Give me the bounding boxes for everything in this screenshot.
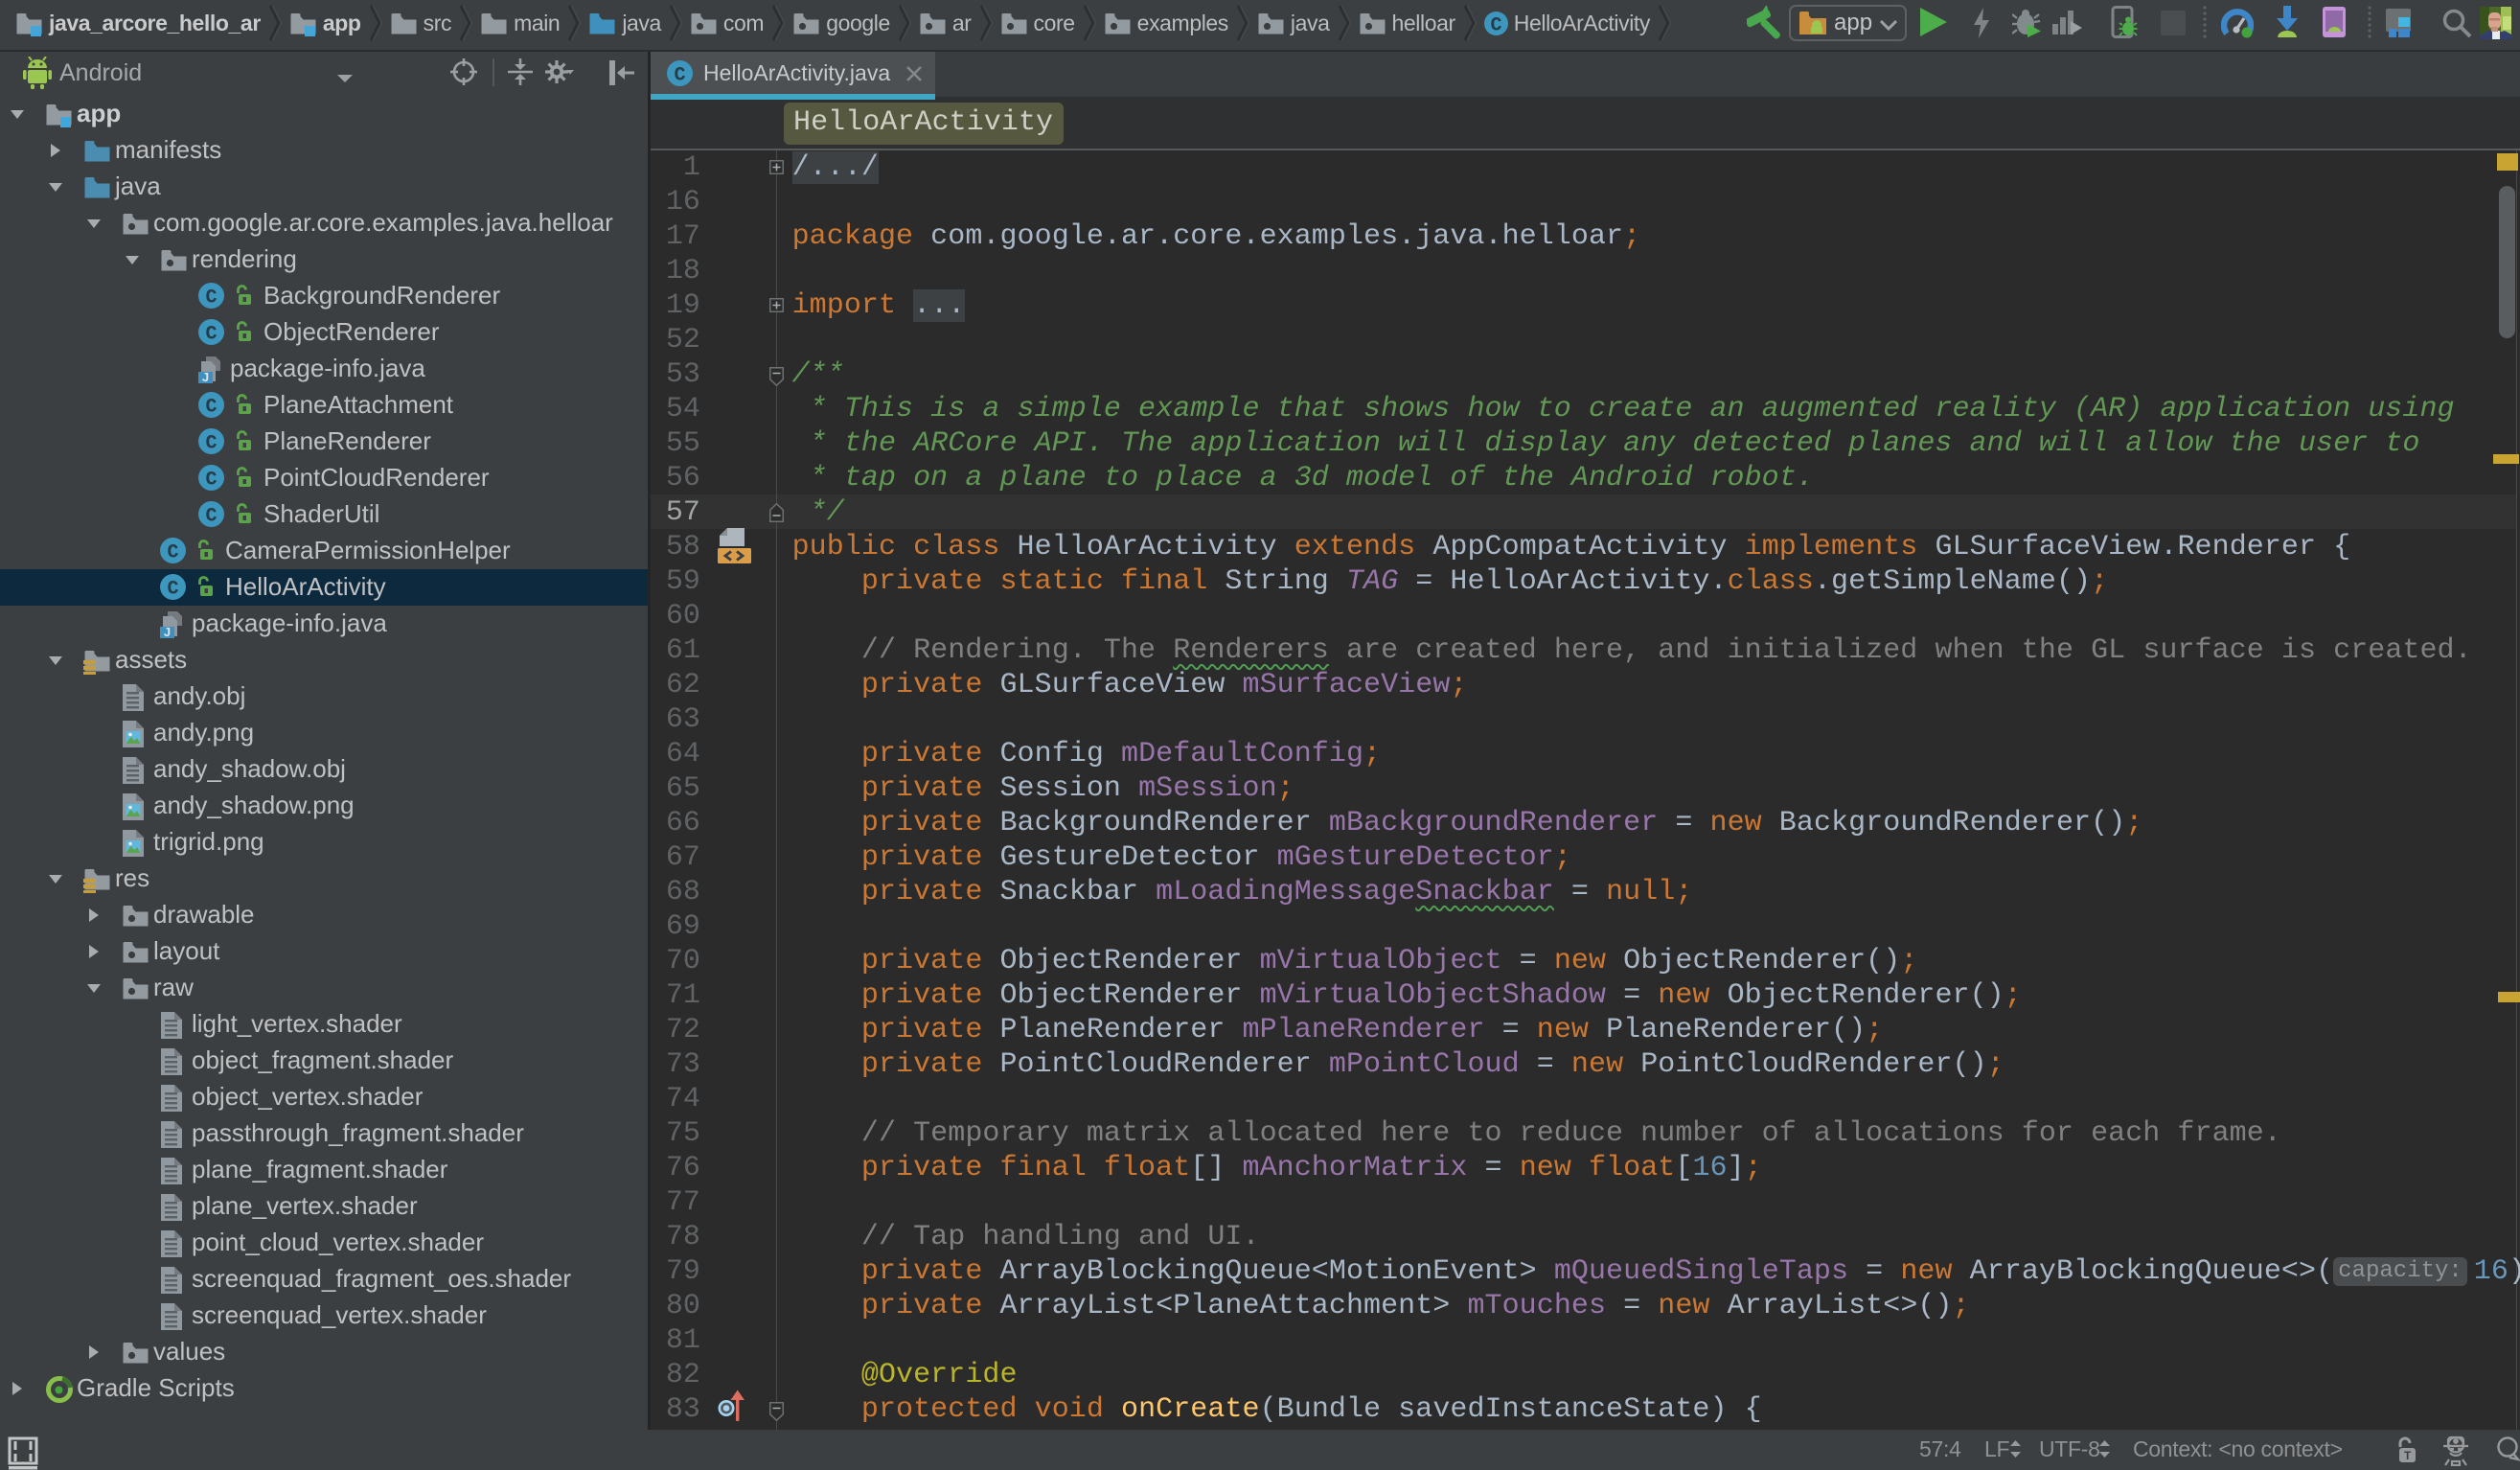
svg-text:C: C <box>205 470 217 492</box>
svg-text:C: C <box>205 506 217 528</box>
svg-text:C: C <box>205 324 217 346</box>
svg-text:J: J <box>202 370 209 384</box>
svg-text:C: C <box>205 287 217 310</box>
svg-text:C: C <box>1490 14 1501 35</box>
svg-text:T: T <box>2404 1449 2412 1462</box>
svg-text:C: C <box>205 397 217 419</box>
svg-text:C: C <box>167 579 178 601</box>
svg-text:J: J <box>164 625 171 639</box>
svg-text:C: C <box>674 65 685 87</box>
svg-text:C: C <box>167 542 178 564</box>
svg-text:C: C <box>205 433 217 455</box>
